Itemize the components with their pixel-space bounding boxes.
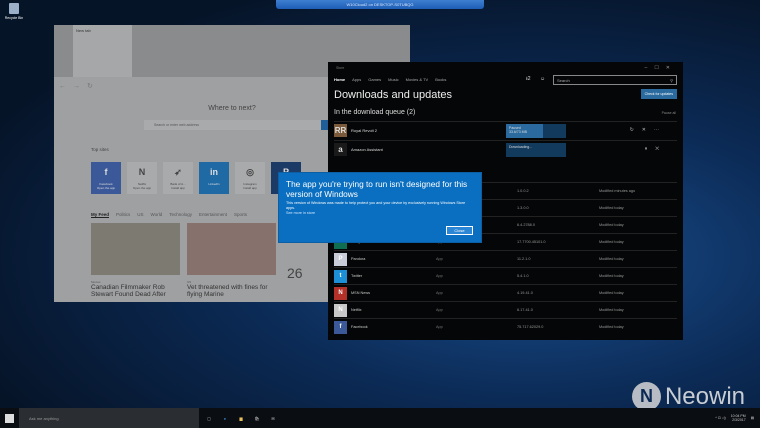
store-nav-tab[interactable]: Games: [368, 77, 381, 82]
back-icon[interactable]: ←: [59, 83, 66, 90]
tab-new-tab[interactable]: New tab: [73, 25, 132, 77]
recent-app-row[interactable]: f Facebook App 75.717.62029.0 Modified today: [334, 318, 677, 335]
weather-temp: 26: [287, 265, 303, 281]
resume-cancel-more-icons[interactable]: ↻✕⋯: [630, 127, 667, 133]
top-sites-label: Top sites: [91, 147, 109, 152]
forward-icon[interactable]: →: [73, 83, 80, 90]
store-nav-tab[interactable]: Apps: [352, 77, 361, 82]
window-controls[interactable]: –☐✕: [645, 65, 677, 71]
downloads-icon[interactable]: ⭳2: [526, 76, 531, 84]
task-view-icon[interactable]: ▢: [203, 416, 215, 421]
store-nav-tab[interactable]: Movies & TV: [406, 77, 429, 82]
refresh-icon[interactable]: ↻: [87, 82, 93, 90]
store-search-input[interactable]: Search ⚲: [553, 75, 677, 85]
store-nav-tab[interactable]: Books: [435, 77, 446, 82]
rdp-title: W10Cloud2 on DESKTOP-S0TUBQG: [346, 2, 414, 7]
file-explorer-icon[interactable]: ▆: [235, 416, 247, 421]
neowin-watermark: N Neowin: [631, 382, 745, 411]
top-site-tile[interactable]: ➶ Bank of A... Install app: [163, 162, 193, 194]
feed-tab[interactable]: My Feed: [91, 212, 110, 218]
top-site-tile[interactable]: in LinkedIn: [199, 162, 229, 194]
top-site-tile[interactable]: N Netflix Open the app: [127, 162, 157, 194]
news-card[interactable]: Movies Canadian Filmmaker Rob Stewart Fou…: [91, 223, 180, 298]
remote-desktop-bar[interactable]: W10Cloud2 on DESKTOP-S0TUBQG: [276, 0, 484, 9]
feed-tab[interactable]: Technology: [169, 212, 192, 218]
news-card[interactable]: US Vet threatened with fines for flying M…: [187, 223, 276, 298]
app-name: Royal Revolt 2: [351, 127, 378, 133]
see-more-link[interactable]: See more in store: [286, 211, 474, 215]
app-icon: a: [334, 142, 347, 156]
app-icon: P: [334, 252, 347, 266]
neowin-logo-icon: N: [631, 382, 661, 411]
taskbar: Ask me anything ▢ e ▆ 🛍 ✉ ^ ⊡ ◁) 10:04 PM…: [0, 408, 760, 428]
recent-app-row[interactable]: N MSN News App 4.19.41.0 Modified today: [334, 284, 677, 301]
window-title: Store: [336, 66, 345, 70]
page-title: Downloads and updates: [334, 89, 453, 101]
feed-tab[interactable]: World: [151, 212, 163, 218]
search-icon: ⚲: [670, 78, 673, 83]
site-logo-icon: N: [138, 167, 146, 177]
app-icon: RR: [334, 123, 347, 137]
mail-icon[interactable]: ✉: [267, 416, 279, 421]
app-icon: t: [334, 269, 347, 283]
clock-date: 2/3/2017: [732, 418, 746, 422]
queue-heading: In the download queue (2): [334, 109, 416, 116]
recycle-bin-label: Recycle Bin: [4, 16, 24, 20]
recycle-bin-icon[interactable]: Recycle Bin: [3, 3, 25, 20]
feed-tab[interactable]: Politics: [116, 212, 130, 218]
trash-icon: [9, 3, 19, 14]
app-icon: f: [334, 320, 347, 334]
dialog-title: The app you're trying to run isn't desig…: [286, 179, 468, 199]
check-for-updates-button[interactable]: Check for updates: [640, 89, 677, 99]
feed-tab[interactable]: Entertainment: [199, 212, 227, 218]
store-nav-tab[interactable]: Home: [334, 77, 345, 82]
address-search-input[interactable]: Search or enter web address: [144, 120, 331, 130]
feed-tab[interactable]: US: [137, 212, 143, 218]
account-icon[interactable]: ☺: [540, 76, 545, 82]
pause-all-link[interactable]: Pause all: [662, 111, 676, 115]
system-tray[interactable]: ^ ⊡ ◁) 10:04 PM 2/3/2017 ▤: [715, 414, 754, 422]
site-logo-icon: in: [210, 167, 218, 177]
dialog-body: This version of Windows was made to help…: [286, 201, 466, 210]
top-site-tile[interactable]: f Facebook Open the app: [91, 162, 121, 194]
download-progress: Downloading...: [506, 143, 566, 157]
recent-app-row[interactable]: t Twitter App 5.4.1.0 Modified today: [334, 267, 677, 284]
tray-icons: ^ ⊡ ◁): [715, 416, 726, 420]
close-button[interactable]: Close: [446, 226, 473, 235]
start-button[interactable]: [5, 413, 14, 423]
edge-icon[interactable]: e: [219, 416, 231, 421]
notifications-icon: ▤: [750, 416, 754, 420]
queue-item[interactable]: a Amazon Assistant Downloading... ⏸✕: [334, 140, 677, 157]
cortana-search-input[interactable]: Ask me anything: [19, 408, 199, 428]
recent-app-row[interactable]: P Pandora App 11.2.1.0 Modified today: [334, 250, 677, 267]
download-progress: Paused 33.6/73 MB: [506, 124, 566, 138]
pause-cancel-icons[interactable]: ⏸✕: [645, 146, 667, 152]
site-logo-icon: ➶: [174, 167, 182, 177]
top-site-tile[interactable]: ◎ Instagram Install app: [235, 162, 265, 194]
feed-tab[interactable]: Sports: [234, 212, 247, 218]
app-icon: N: [334, 286, 347, 300]
app-name: Amazon Assistant: [351, 146, 383, 152]
app-icon: N: [334, 303, 347, 317]
store-icon[interactable]: 🛍: [251, 416, 263, 421]
store-nav-tab[interactable]: Music: [388, 77, 398, 82]
site-logo-icon: f: [104, 167, 108, 177]
incompatible-app-dialog: The app you're trying to run isn't desig…: [278, 172, 482, 243]
queue-item[interactable]: RR Royal Revolt 2 Paused 33.6/73 MB ↻✕⋯: [334, 121, 677, 138]
recent-app-row[interactable]: N Netflix App 6.17.41.0 Modified today: [334, 301, 677, 318]
site-logo-icon: ◎: [246, 167, 254, 177]
